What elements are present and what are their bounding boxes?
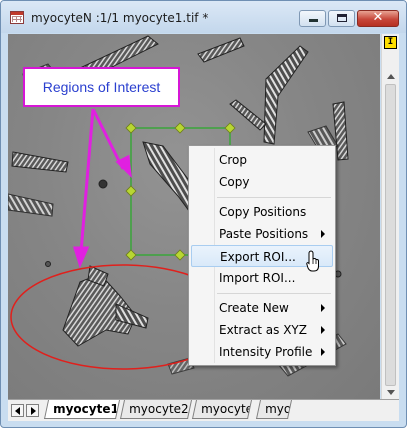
submenu-arrow-icon (321, 230, 325, 238)
title-bar[interactable]: myocyteN :1/1 myocyte1.tif * ✕ (1, 1, 406, 33)
tab-myocyte3[interactable]: myocyte3 (191, 400, 253, 419)
tab-myo[interactable]: myo (255, 400, 293, 419)
tab-myocyte2[interactable]: myocyte2 (119, 400, 193, 419)
window-title: myocyteN :1/1 myocyte1.tif * (31, 11, 209, 25)
image-window-icon[interactable] (10, 11, 24, 24)
minimize-button[interactable] (299, 10, 326, 27)
menu-item-extract-as-xyz[interactable]: Extract as XYZ (191, 319, 333, 341)
menu-item-copy-positions[interactable]: Copy Positions (191, 201, 333, 223)
close-button[interactable]: ✕ (357, 10, 399, 27)
vertical-scrollbar[interactable]: I (381, 34, 399, 399)
menu-item-paste-positions[interactable]: Paste Positions (191, 223, 333, 245)
tab-myocyte1[interactable]: myocyte1 (43, 400, 121, 419)
menu-item-create-new[interactable]: Create New (191, 297, 333, 319)
menu-separator (217, 293, 331, 294)
tab-prev-button[interactable] (11, 404, 24, 417)
tab-next-button[interactable] (26, 404, 39, 417)
scroll-thumb[interactable] (385, 84, 396, 386)
scroll-up-icon[interactable] (387, 74, 395, 79)
lock-icon[interactable]: I (384, 36, 397, 49)
submenu-arrow-icon (321, 326, 325, 334)
sheet-tab-bar: myocyte3 myo myocyte2 myocyte1 (8, 399, 399, 421)
menu-separator (217, 197, 331, 198)
maximize-button[interactable] (328, 10, 355, 27)
image-window: myocyteN :1/1 myocyte1.tif * ✕ Regions o… (0, 0, 407, 428)
roi-callout: Regions of Interest (23, 67, 180, 107)
triangle-left-icon (15, 407, 20, 415)
menu-item-intensity-profile[interactable]: Intensity Profile (191, 341, 333, 363)
callout-label: Regions of Interest (42, 79, 161, 95)
maximize-icon (337, 14, 347, 22)
submenu-arrow-icon (321, 304, 325, 312)
scroll-down-icon[interactable] (387, 390, 395, 395)
hand-cursor-icon (306, 250, 319, 272)
triangle-right-icon (31, 407, 36, 415)
close-icon: ✕ (372, 10, 384, 25)
submenu-arrow-icon (321, 348, 325, 356)
menu-item-crop[interactable]: Crop (191, 149, 333, 171)
minimize-icon (309, 19, 318, 22)
menu-item-copy[interactable]: Copy (191, 171, 333, 193)
